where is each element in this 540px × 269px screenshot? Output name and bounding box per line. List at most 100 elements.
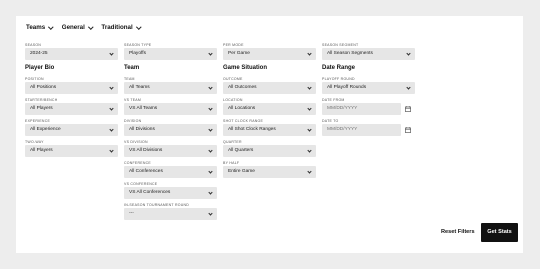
chevron-down-icon [208, 127, 213, 132]
filter-column-player-bio: SEASON 2024-25 Player Bio POSITION All P… [25, 43, 118, 161]
date-to-input[interactable]: MM/DD/YYYY [322, 124, 401, 136]
vs-team-select[interactable]: VS All Teams [124, 103, 217, 115]
chevron-down-icon [307, 51, 312, 56]
tab-traditional-label: Traditional [101, 24, 133, 31]
vs-team-label: VS TEAM [124, 98, 142, 102]
ist-round-value: --- [129, 211, 134, 216]
starter-bench-select[interactable]: All Players [25, 103, 118, 115]
season-type-value: Playoffs [129, 51, 146, 56]
location-value: All Locations [228, 106, 256, 111]
reset-filters-button[interactable]: Reset Filters [441, 229, 475, 235]
chevron-down-icon [208, 148, 213, 153]
conference-value: All Conferences [129, 169, 163, 174]
chevron-down-icon [135, 23, 142, 30]
chevron-down-icon [307, 148, 312, 153]
playoff-round-select[interactable]: All Playoff Rounds [322, 82, 415, 94]
chevron-down-icon [208, 51, 213, 56]
date-from-input[interactable]: MM/DD/YYYY [322, 103, 401, 115]
season-type-select[interactable]: Playoffs [124, 48, 217, 60]
chevron-down-icon [109, 85, 114, 90]
starter-bench-value: All Players [30, 106, 53, 111]
outcome-value: All Outcomes [228, 85, 257, 90]
position-label: POSITION [25, 77, 44, 81]
vs-division-value: VS All Divisions [129, 148, 163, 153]
two-way-value: All Players [30, 148, 53, 153]
position-select[interactable]: All Positions [25, 82, 118, 94]
division-value: All Divisions [129, 127, 155, 132]
calendar-icon[interactable] [405, 106, 411, 112]
vs-conference-select[interactable]: VS All Conferences [124, 187, 217, 199]
quarter-value: All Quarters [228, 148, 254, 153]
chevron-down-icon [109, 106, 114, 111]
two-way-label: TWO-WAY [25, 140, 44, 144]
tab-teams[interactable]: Teams [26, 23, 54, 31]
shot-clock-value: All Shot Clock Ranges [228, 127, 276, 132]
season-label: SEASON [25, 43, 42, 47]
division-label: DIVISION [124, 119, 142, 123]
division-select[interactable]: All Divisions [124, 124, 217, 136]
section-title-team: Team [124, 65, 140, 71]
section-title-player-bio: Player Bio [25, 65, 55, 71]
by-half-label: BY HALF [223, 161, 240, 165]
season-value: 2024-25 [30, 51, 48, 56]
outcome-label: OUTCOME [223, 77, 243, 81]
chevron-down-icon [307, 85, 312, 90]
per-mode-value: Per Game [228, 51, 250, 56]
by-half-select[interactable]: Entire Game [223, 166, 316, 178]
location-select[interactable]: All Locations [223, 103, 316, 115]
chevron-down-icon [208, 211, 213, 216]
chevron-down-icon [208, 190, 213, 195]
season-segment-label: SEASON SEGMENT [322, 43, 359, 47]
tab-traditional[interactable]: Traditional [101, 23, 142, 31]
playoff-round-label: PLAYOFF ROUND [322, 77, 355, 81]
team-value: All Teams [129, 85, 150, 90]
ist-round-label: IN-SEASON TOURNAMENT ROUND [124, 203, 190, 207]
chevron-down-icon [208, 169, 213, 174]
quarter-select[interactable]: All Quarters [223, 145, 316, 157]
season-select[interactable]: 2024-25 [25, 48, 118, 60]
chevron-down-icon [109, 51, 114, 56]
experience-label: EXPERIENCE [25, 119, 51, 123]
two-way-select[interactable]: All Players [25, 145, 118, 157]
vs-conference-label: VS CONFERENCE [124, 182, 158, 186]
experience-value: All Experience [30, 127, 61, 132]
playoff-round-value: All Playoff Rounds [327, 85, 367, 90]
by-half-value: Entire Game [228, 169, 255, 174]
filter-column-team: SEASON TYPE Playoffs Team TEAM All Teams… [124, 43, 217, 224]
chevron-down-icon [406, 51, 411, 56]
filters-card: Teams General Traditional SEASON 2024-25… [16, 16, 523, 253]
vs-conference-value: VS All Conferences [129, 190, 171, 195]
get-stats-button[interactable]: Get Stats [481, 223, 518, 242]
stat-category-tabs: Teams General Traditional [26, 23, 142, 31]
chevron-down-icon [307, 169, 312, 174]
vs-team-value: VS All Teams [129, 106, 158, 111]
per-mode-label: PER MODE [223, 43, 244, 47]
tab-teams-label: Teams [26, 24, 46, 31]
per-mode-select[interactable]: Per Game [223, 48, 316, 60]
conference-label: CONFERENCE [124, 161, 152, 165]
chevron-down-icon [109, 127, 114, 132]
outcome-select[interactable]: All Outcomes [223, 82, 316, 94]
vs-division-select[interactable]: VS All Divisions [124, 145, 217, 157]
position-value: All Positions [30, 85, 57, 90]
experience-select[interactable]: All Experience [25, 124, 118, 136]
starter-bench-label: STARTER/BENCH [25, 98, 58, 102]
section-title-date-range: Date Range [322, 65, 356, 71]
season-segment-value: All Season Segments [327, 51, 373, 56]
tab-general[interactable]: General [62, 23, 94, 31]
team-select[interactable]: All Teams [124, 82, 217, 94]
chevron-down-icon [406, 85, 411, 90]
shot-clock-select[interactable]: All Shot Clock Ranges [223, 124, 316, 136]
season-type-label: SEASON TYPE [124, 43, 152, 47]
location-label: LOCATION [223, 98, 243, 102]
section-title-game-situation: Game Situation [223, 65, 268, 71]
chevron-down-icon [307, 127, 312, 132]
ist-round-select[interactable]: --- [124, 208, 217, 220]
quarter-label: QUARTER [223, 140, 242, 144]
chevron-down-icon [307, 106, 312, 111]
team-label: TEAM [124, 77, 135, 81]
conference-select[interactable]: All Conferences [124, 166, 217, 178]
season-segment-select[interactable]: All Season Segments [322, 48, 415, 60]
chevron-down-icon [109, 148, 114, 153]
calendar-icon[interactable] [405, 127, 411, 133]
